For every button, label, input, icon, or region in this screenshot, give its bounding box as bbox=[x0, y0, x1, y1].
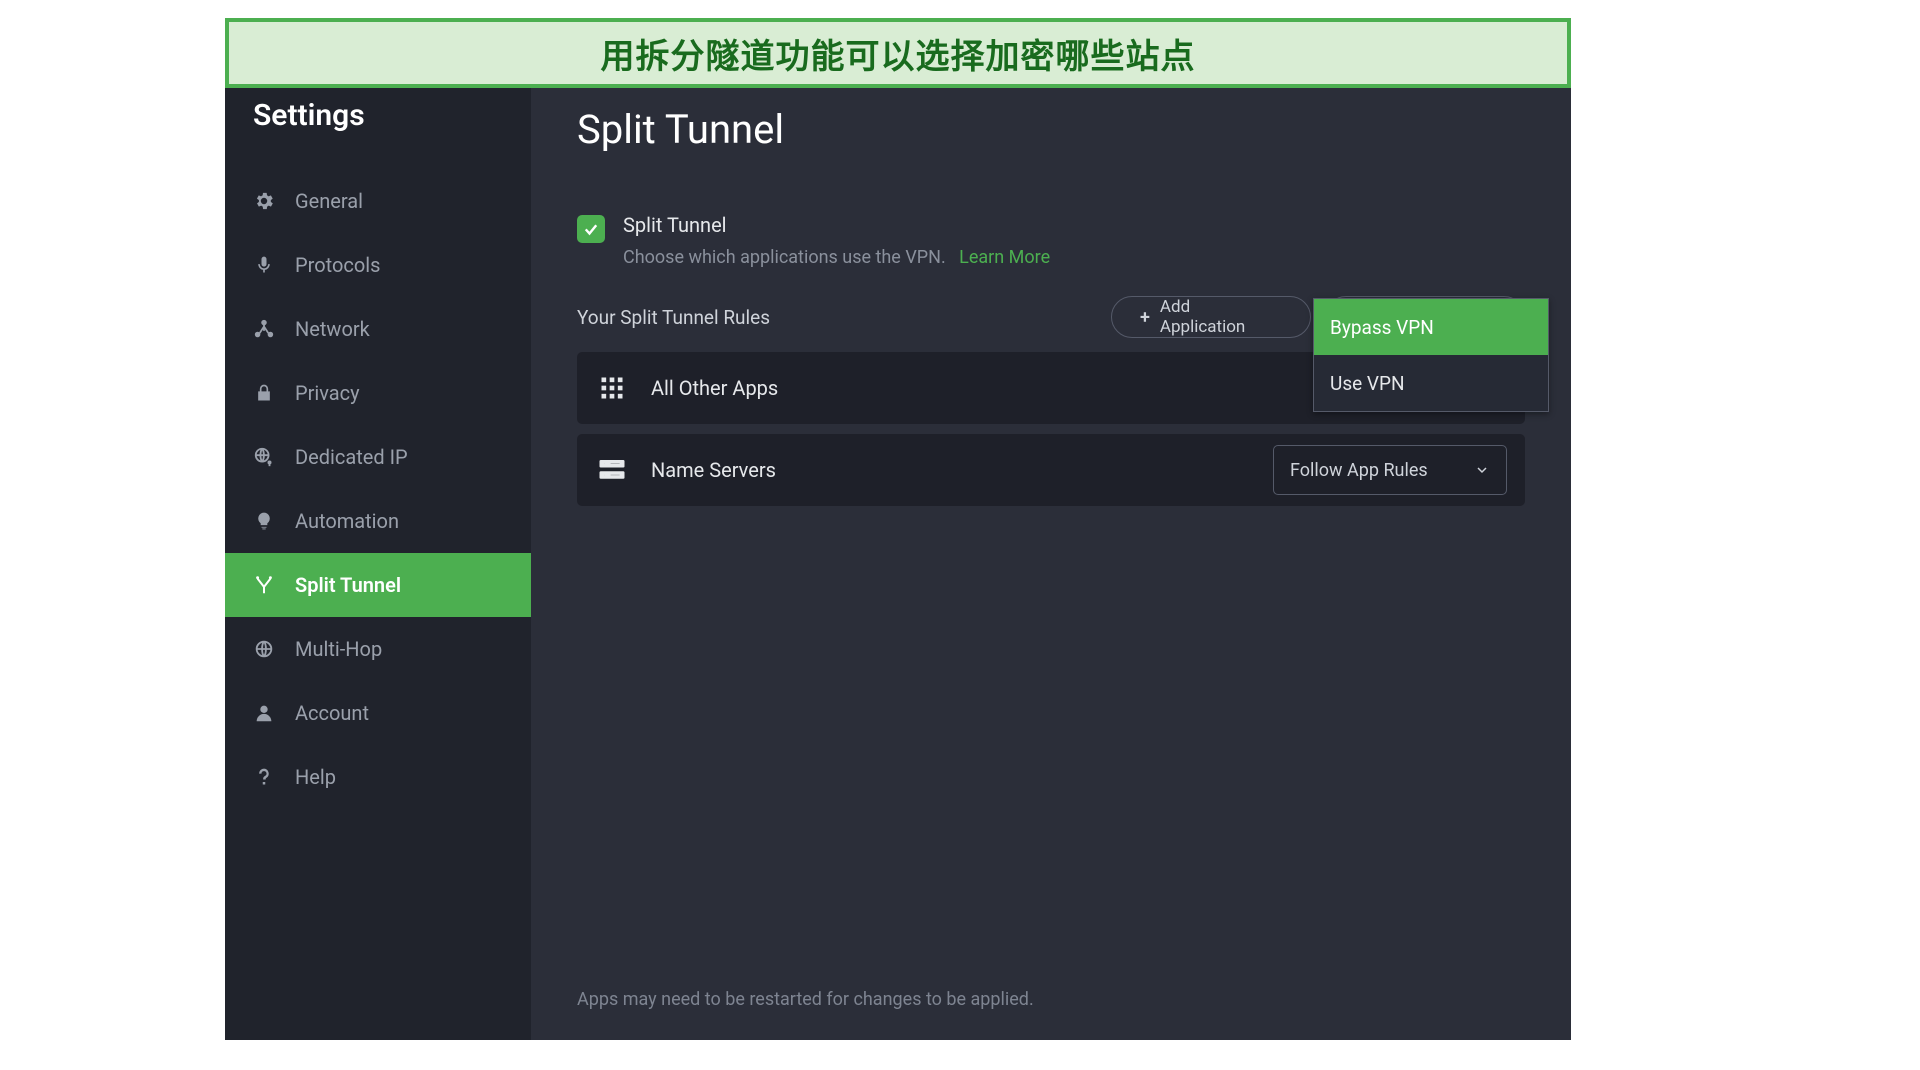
all-other-apps-dropdown[interactable]: Bypass VPN Use VPN bbox=[1313, 298, 1549, 412]
sidebar-item-label: Protocols bbox=[295, 253, 380, 277]
sidebar-item-account[interactable]: Account bbox=[225, 681, 531, 745]
sidebar-item-split-tunnel[interactable]: Split Tunnel bbox=[225, 553, 531, 617]
sidebar-item-label: Multi-Hop bbox=[295, 637, 382, 661]
split-tunnel-toggle-desc: Choose which applications use the VPN. L… bbox=[623, 247, 1050, 268]
dropdown-option-use-vpn[interactable]: Use VPN bbox=[1314, 355, 1548, 411]
annotation-banner-text: 用拆分隧道功能可以选择加密哪些站点 bbox=[601, 29, 1196, 78]
sidebar-item-label: General bbox=[295, 189, 363, 213]
lock-icon bbox=[253, 382, 275, 404]
sidebar-item-privacy[interactable]: Privacy bbox=[225, 361, 531, 425]
dropdown-option-label: Use VPN bbox=[1330, 372, 1405, 395]
split-tunnel-toggle-row: Split Tunnel Choose which applications u… bbox=[577, 213, 1525, 268]
network-icon bbox=[253, 318, 275, 340]
sidebar-item-network[interactable]: Network bbox=[225, 297, 531, 361]
dropdown-option-label: Bypass VPN bbox=[1330, 316, 1434, 339]
annotation-banner: 用拆分隧道功能可以选择加密哪些站点 bbox=[225, 18, 1571, 88]
split-tunnel-toggle-label: Split Tunnel bbox=[623, 213, 1050, 237]
sidebar-item-help[interactable]: Help bbox=[225, 745, 531, 809]
main-panel: Split Tunnel Split Tunnel Choose which a… bbox=[531, 44, 1571, 1040]
apps-grid-icon bbox=[595, 371, 629, 405]
sidebar-item-label: Help bbox=[295, 765, 336, 789]
lightbulb-icon bbox=[253, 510, 275, 532]
app-window: Settings General Protocols Network bbox=[225, 44, 1571, 1040]
question-icon bbox=[253, 766, 275, 788]
globe-pin-icon bbox=[253, 446, 275, 468]
rule-label: All Other Apps bbox=[651, 376, 1251, 400]
chevron-down-icon bbox=[1474, 462, 1490, 478]
sidebar-item-label: Network bbox=[295, 317, 370, 341]
sidebar-item-label: Account bbox=[295, 701, 369, 725]
page-title: Split Tunnel bbox=[577, 106, 1525, 153]
dropdown-option-bypass-vpn[interactable]: Bypass VPN bbox=[1314, 299, 1548, 355]
sidebar-item-general[interactable]: General bbox=[225, 169, 531, 233]
sidebar-item-label: Automation bbox=[295, 509, 399, 533]
add-application-label: Add Application bbox=[1160, 297, 1250, 337]
sidebar-item-dedicated-ip[interactable]: Dedicated IP bbox=[225, 425, 531, 489]
gear-icon bbox=[253, 190, 275, 212]
sidebar-title: Settings bbox=[225, 98, 531, 169]
rule-row-name-servers: Name Servers Follow App Rules bbox=[577, 434, 1525, 506]
person-icon bbox=[253, 702, 275, 724]
sidebar-item-protocols[interactable]: Protocols bbox=[225, 233, 531, 297]
add-application-button[interactable]: + Add Application bbox=[1111, 296, 1311, 338]
sidebar: Settings General Protocols Network bbox=[225, 44, 531, 1040]
server-icon bbox=[595, 453, 629, 487]
split-tunnel-checkbox[interactable] bbox=[577, 215, 605, 243]
multi-hop-icon bbox=[253, 638, 275, 660]
check-icon bbox=[582, 220, 600, 238]
plus-icon: + bbox=[1140, 307, 1150, 328]
rules-title: Your Split Tunnel Rules bbox=[577, 306, 770, 329]
learn-more-link[interactable]: Learn More bbox=[959, 247, 1050, 268]
sidebar-item-multi-hop[interactable]: Multi-Hop bbox=[225, 617, 531, 681]
rule-label: Name Servers bbox=[651, 458, 1251, 482]
name-servers-select[interactable]: Follow App Rules bbox=[1273, 445, 1507, 495]
footer-note: Apps may need to be restarted for change… bbox=[577, 989, 1034, 1010]
microphone-icon bbox=[253, 254, 275, 276]
sidebar-item-automation[interactable]: Automation bbox=[225, 489, 531, 553]
split-tunnel-icon bbox=[253, 574, 275, 596]
sidebar-item-label: Privacy bbox=[295, 381, 360, 405]
sidebar-item-label: Dedicated IP bbox=[295, 445, 408, 469]
sidebar-item-label: Split Tunnel bbox=[295, 573, 401, 597]
select-value: Follow App Rules bbox=[1290, 460, 1428, 481]
toggle-desc-text: Choose which applications use the VPN. bbox=[623, 247, 946, 268]
